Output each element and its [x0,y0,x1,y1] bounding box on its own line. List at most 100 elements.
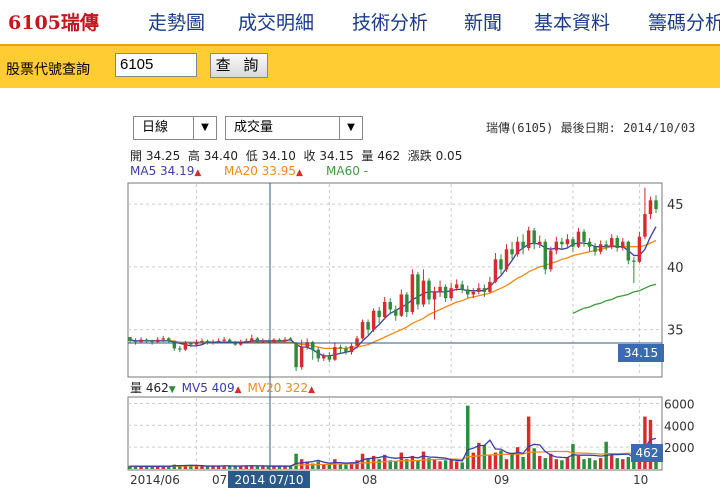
price-tick-label: 35 [667,324,684,339]
candle-body [405,294,409,312]
volume-bar [565,456,570,469]
candle-body [454,284,459,289]
candle-body [327,355,332,360]
volume-bar [443,460,448,469]
candle-body [621,241,625,248]
volume-tick-label: 2000 [664,441,695,455]
candle-body [133,340,138,343]
volume-bar [194,466,199,469]
volume-bar [322,464,326,469]
vol-value: 量 462 [130,381,169,395]
candle-body [598,244,603,252]
candle-body [255,338,260,343]
stock-chart[interactable]: 45 40 35 6000 4000 2000 2014/06 07 08 09 10 量 462▼… [0,0,720,495]
volume-bar [543,458,547,469]
volume-bar [593,460,597,469]
volume-bar [521,456,525,469]
candle-body [366,322,370,330]
volume-bar [466,405,470,469]
candle-body [488,281,492,292]
volume-bar [515,447,520,469]
volume-bar [471,452,476,469]
volume-bar [255,466,260,469]
volume-bar [571,443,575,469]
candle-body [349,345,354,353]
volume-bar [510,452,514,469]
candle-body [482,288,487,292]
candle-body [283,339,287,341]
candle-body [587,241,592,247]
volume-bar [360,453,365,469]
volume-bar [139,466,143,469]
volume-bar [344,464,348,469]
x-tick-label: 08 [362,473,377,487]
candle-body [333,347,337,360]
candle-body [593,246,597,252]
last-volume-badge-text: 462 [636,446,659,460]
volume-bar [261,466,265,469]
volume-bar [554,459,559,469]
up-arrow-icon: ▲ [308,385,315,395]
candle-body [322,355,326,359]
candle-body [521,241,525,248]
volume-tick-label: 6000 [664,397,695,411]
ma20-line-group [130,239,657,350]
volume-panel-frame [127,396,663,471]
candle-body [299,347,304,368]
volume-bar [294,453,298,469]
up-arrow-icon: ▲ [235,385,242,395]
candle-body [294,343,298,368]
volume-bar [410,455,415,469]
candle-body [538,241,542,245]
candle-body [554,241,559,251]
candle-body [632,260,636,262]
candle-body [360,322,365,339]
candle-body [609,237,614,247]
volume-bar [576,455,581,469]
candle-body [261,340,265,343]
ma20-line [130,239,657,350]
volume-bar [582,459,586,469]
candle-body [388,301,392,310]
down-arrow-icon: ▼ [169,385,176,395]
candle-body [443,286,448,299]
volume-bar [499,450,503,469]
volume-bar [438,461,442,469]
volume-bar [526,416,531,469]
candle-body [471,291,476,295]
candle-body [654,200,658,210]
volume-bar [394,461,398,469]
candle-body [338,347,343,349]
candle-body [222,339,226,341]
candle-body [316,349,320,359]
candle-body [549,250,553,270]
mv5-value: MV5 409 [182,381,235,395]
candle-body [648,200,653,215]
volume-bar [615,458,619,469]
candle-body [432,291,437,300]
volume-bar [598,458,603,469]
volume-bar [560,460,564,469]
candle-body [504,249,509,270]
candle-body [250,338,254,341]
candle-body [410,274,415,312]
candle-body [565,239,570,245]
candle-body [200,340,204,343]
volume-bar [482,444,487,469]
candle-body [183,343,188,350]
candle-body [128,337,132,341]
candle-body [172,340,177,349]
candle-body [421,280,426,305]
candle-body [416,274,420,305]
candle-body [371,310,376,330]
candle-body [288,338,293,340]
volume-bar [454,461,459,469]
volume-bar [416,460,420,469]
candle-body [377,310,381,318]
candle-body [643,214,647,237]
candle-body [438,286,442,292]
ma60-line-group [572,283,657,314]
candle-body [615,237,619,248]
candle-body [227,339,232,343]
candle-body [560,241,564,245]
